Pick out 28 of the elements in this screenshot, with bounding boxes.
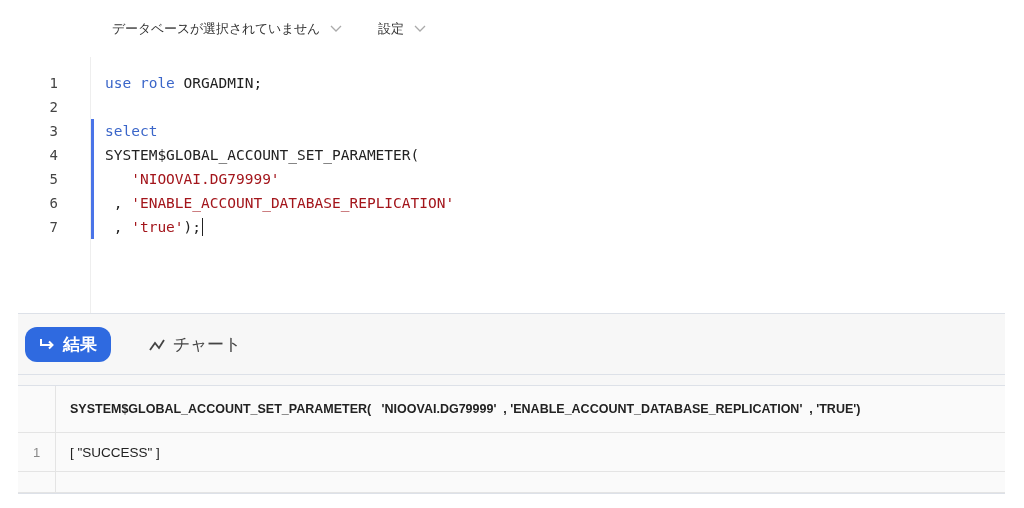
results-tab[interactable]: チャート [135, 327, 255, 362]
line-chart-icon [149, 337, 165, 352]
table-cell-text: [ "SUCCESS" ] [69, 443, 161, 462]
code-keyword: select [105, 122, 158, 139]
line-number: 7 [48, 217, 59, 237]
line-number: 3 [48, 121, 59, 141]
dropdown-button[interactable]: データベースが選択されていません [112, 20, 342, 39]
line-number: 2 [48, 97, 59, 117]
code-text: ); [183, 218, 202, 235]
dropdown-button[interactable]: 設定 [378, 20, 426, 39]
row-number: 1 [18, 433, 56, 471]
code-keyword: use role [105, 74, 175, 91]
line-number: 6 [48, 193, 59, 213]
code-string: 'true' [131, 218, 184, 235]
chevron-down-icon [414, 25, 426, 34]
code-text: , [112, 218, 124, 235]
code-string: 'NIOOVAI.DG79999' [130, 170, 280, 187]
code-text: , [112, 194, 124, 211]
line-number: 4 [48, 145, 59, 165]
line-number: 1 [48, 73, 59, 93]
line-number: 5 [48, 169, 59, 189]
column-header: SYSTEM$GLOBAL_ACCOUNT_SET_PARAMETER( 'NIOOVAI.DG79999' , 'ENABLE_ACCOUNT_DATABASE_REPLICATION' , 'TRUE') [69, 401, 862, 418]
results-tab[interactable]: 結果 [25, 327, 111, 362]
return-arrow-icon [39, 337, 55, 352]
chevron-down-icon [330, 25, 342, 34]
code-string: 'ENABLE_ACCOUNT_DATABASE_REPLICATION' [131, 194, 455, 211]
code-text: ORGADMIN; [182, 74, 263, 91]
code-text: SYSTEM$GLOBAL_ACCOUNT_SET_PARAMETER( [105, 146, 420, 163]
